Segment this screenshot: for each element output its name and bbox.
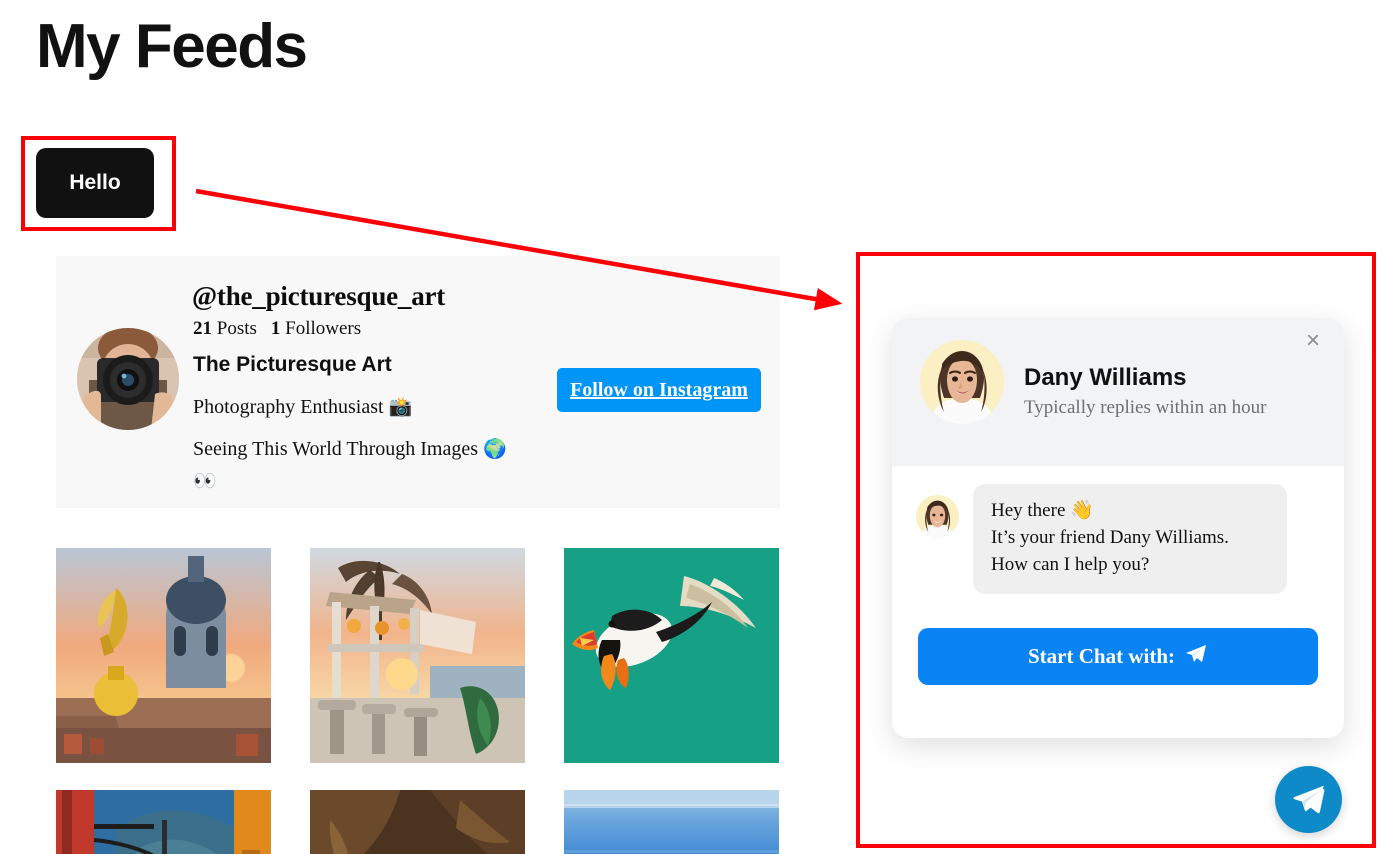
profile-bio-line-2: Seeing This World Through Images 🌍 [193,437,507,461]
photo-dresden-frauenkirche-sunset[interactable] [56,548,271,763]
telegram-launcher-button[interactable] [1275,766,1342,833]
eyes-icon: 👀 [193,470,217,492]
message-line-1: Hey there [991,500,1065,521]
message-line-2: It’s your friend Dany Williams. How can … [991,527,1229,575]
profile-bio-line-3: 👀 [193,469,217,493]
close-icon[interactable]: × [1298,326,1328,356]
page-root: My Feeds Hello @the_picturesque_art [0,0,1382,854]
photo-puffin-in-flight[interactable] [564,548,779,763]
photo-cave-arch-interior[interactable] [310,790,525,854]
followers-label: Followers [285,318,361,339]
hello-button[interactable]: Hello [36,148,154,218]
message-bubble: Hey there 👋 It’s your friend Dany Willia… [973,484,1287,594]
instagram-profile-card: @the_picturesque_art 21 Posts 1 Followers… [56,256,780,508]
start-chat-label: Start Chat with: [1028,644,1175,669]
photo-grid [56,548,780,854]
page-title: My Feeds [36,8,307,86]
photo-blue-ocean-horizon[interactable] [564,790,779,854]
chat-widget: × Dany Williams [892,318,1344,738]
globe-icon: 🌍 [483,438,507,460]
telegram-plane-icon [1184,642,1208,672]
profile-display-name: The Picturesque Art [193,353,392,377]
message-avatar [916,495,959,538]
bio-line-2-text: Seeing This World Through Images [193,438,478,460]
followers-count: 1 [271,318,281,339]
agent-name: Dany Williams [1024,364,1187,392]
bio-line-1-text: Photography Enthusiast [193,396,384,418]
photo-row [56,790,780,854]
photo-beach-bar-sunset[interactable] [310,548,525,763]
profile-handle: @the_picturesque_art [192,281,445,312]
follow-on-instagram-button[interactable]: Follow on Instagram [557,368,761,412]
photo-row [56,548,780,763]
chat-message: Hey there 👋 It’s your friend Dany Willia… [916,484,1287,594]
agent-status: Typically replies within an hour [1024,397,1266,419]
start-chat-button[interactable]: Start Chat with: [918,628,1318,685]
posts-count: 21 [193,318,212,339]
chat-widget-header: × Dany Williams [892,318,1344,466]
agent-avatar [920,340,1004,424]
profile-avatar [77,328,179,430]
waving-hand-icon: 👋 [1070,499,1094,521]
telegram-icon [1290,779,1328,820]
posts-label: Posts [217,318,257,339]
profile-stats: 21 Posts 1 Followers [193,318,361,340]
profile-bio-line-1: Photography Enthusiast 📸 [193,395,412,419]
camera-flash-icon: 📸 [389,396,413,418]
photo-lantern-mountain-village[interactable] [56,790,271,854]
